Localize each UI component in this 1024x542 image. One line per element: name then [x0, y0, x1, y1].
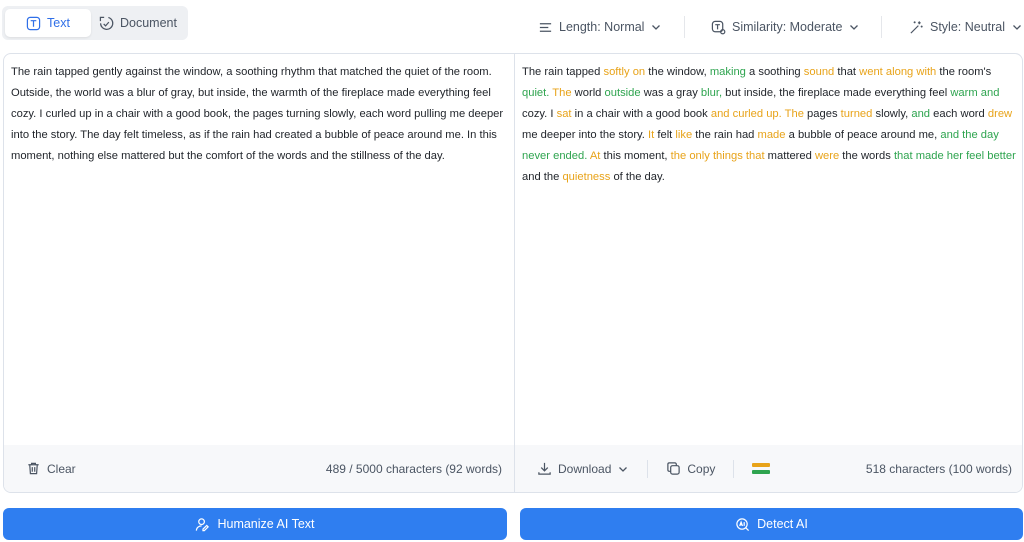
document-icon [99, 16, 114, 30]
length-dropdown[interactable]: Length: Normal [538, 16, 662, 38]
unchanged-text: this moment, [600, 150, 671, 162]
changed-word: At [589, 150, 601, 162]
clear-button[interactable]: Clear [26, 461, 76, 476]
similarity-dropdown[interactable]: Similarity: Moderate [711, 16, 860, 38]
changed-word: quietness [562, 171, 611, 183]
changed-word: went along with [859, 66, 937, 78]
humanize-button[interactable]: Humanize AI Text [3, 508, 507, 540]
changed-phrase: making [709, 66, 746, 78]
download-label: Download [558, 461, 612, 476]
length-label: Length: Normal [559, 20, 645, 34]
unchanged-text: the rain had [692, 129, 758, 141]
changed-phrase: and [911, 108, 931, 120]
trash-icon [28, 462, 39, 475]
chevron-down-icon [652, 25, 661, 30]
mode-switch: Text Document [2, 6, 188, 40]
changed-word: sat [556, 108, 572, 120]
lines-icon [539, 22, 552, 32]
download-icon [538, 462, 551, 475]
unchanged-text: in a chair with a good book [571, 108, 711, 120]
unchanged-text: a soothing [745, 66, 804, 78]
output-text[interactable]: The rain tapped softly on the window, ma… [515, 54, 1022, 446]
output-column: The rain tapped softly on the window, ma… [515, 54, 1022, 492]
unchanged-text: slowly, [872, 108, 912, 120]
changed-word: sound [803, 66, 835, 78]
unchanged-text: felt [654, 129, 676, 141]
top-toolbar: Text Document Length: Normal Similarity:… [0, 0, 1024, 52]
similarity-icon [711, 20, 726, 34]
changed-phrase: warm and [950, 87, 1000, 99]
copy-label: Copy [687, 461, 716, 476]
changed-word: were [814, 150, 840, 162]
changed-phrase: blur, [700, 87, 723, 99]
text-icon [26, 16, 41, 30]
copy-button[interactable]: Copy [666, 461, 715, 476]
unchanged-text: and the [522, 171, 563, 183]
humanize-label: Humanize AI Text [217, 517, 315, 531]
changed-phrase: outside [604, 87, 641, 99]
mode-text-tab[interactable]: Text [5, 9, 91, 37]
unchanged-text: the words [839, 150, 894, 162]
unchanged-text: The rain tapped [522, 66, 604, 78]
input-footer: Clear 489 / 5000 characters (92 words) [4, 445, 514, 492]
copy-icon [667, 462, 681, 475]
unchanged-text: pages [803, 108, 841, 120]
input-character-count: 489 / 5000 characters (92 words) [325, 461, 502, 476]
footer-divider [647, 459, 649, 478]
editor-panel: The rain tapped gently against the windo… [3, 53, 1023, 493]
unchanged-text: mattered [764, 150, 815, 162]
changed-word: like [675, 129, 693, 141]
mode-text-label: Text [47, 16, 70, 30]
changed-phrase: quiet. [522, 87, 550, 99]
changed-word: The [552, 87, 572, 99]
detect-ai-label: Detect AI [757, 517, 808, 531]
changed-word: turned [840, 108, 873, 120]
download-button[interactable]: Download [537, 461, 629, 476]
chevron-down-icon [850, 25, 859, 30]
unchanged-text: the room's [936, 66, 992, 78]
unchanged-text: the window, [645, 66, 710, 78]
chevron-down-icon [619, 466, 628, 472]
toolbar-divider [881, 16, 882, 38]
footer-divider [733, 459, 735, 478]
changed-word: drew [987, 108, 1013, 120]
unchanged-text: me deeper into the story. [522, 129, 649, 141]
unchanged-text: was a gray [640, 87, 701, 99]
ai-detect-icon [736, 517, 750, 531]
mode-document-tab[interactable]: Document [91, 9, 185, 37]
changed-word: made [757, 129, 786, 141]
user-edit-icon [196, 517, 210, 531]
unchanged-text: that [834, 66, 860, 78]
clear-label: Clear [47, 461, 76, 476]
output-character-count: 518 characters (100 words) [865, 461, 1012, 476]
input-column: The rain tapped gently against the windo… [4, 54, 514, 492]
changed-phrase: that made her feel better [893, 150, 1016, 162]
toolbar-divider [684, 16, 685, 38]
style-label: Style: Neutral [930, 20, 1006, 34]
changed-word: and curled up. The [710, 108, 804, 120]
unchanged-text: a bubble of peace around me, [785, 129, 941, 141]
unchanged-text: of the day. [610, 171, 665, 183]
input-textarea[interactable]: The rain tapped gently against the windo… [4, 54, 514, 446]
output-footer: Download Copy 518 characters (100 words) [515, 445, 1022, 492]
unchanged-text: each word [930, 108, 988, 120]
unchanged-text: but inside, the fireplace made everythin… [722, 87, 951, 99]
unchanged-text: world [571, 87, 605, 99]
style-dropdown[interactable]: Style: Neutral [909, 16, 1023, 38]
highlight-legend-icon[interactable] [752, 463, 771, 474]
detect-ai-button[interactable]: Detect AI [520, 508, 1023, 540]
unchanged-text: cozy. I [522, 108, 557, 120]
mode-document-label: Document [120, 16, 177, 30]
changed-word: the only things that [670, 150, 765, 162]
chevron-down-icon [1013, 25, 1021, 30]
changed-word: softly on [603, 66, 646, 78]
similarity-label: Similarity: Moderate [732, 20, 843, 34]
magic-wand-icon [910, 20, 923, 34]
